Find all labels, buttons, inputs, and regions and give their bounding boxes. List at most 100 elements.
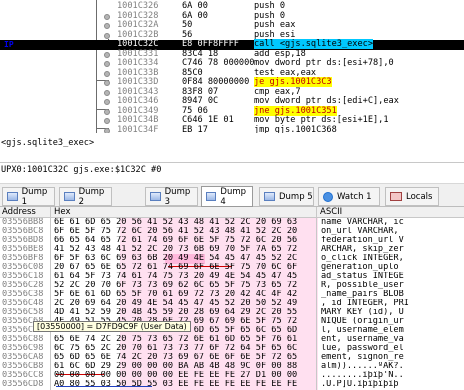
info-separator xyxy=(0,162,464,163)
dump-hex: 52 2C 20 70 6F 73 73 69 62 6C 65 5F 75 7… xyxy=(54,281,298,290)
tab-label: Watch 1 xyxy=(337,191,372,202)
dump-row[interactable]: 03556BD8 66 65 64 65 72 61 74 69 6F 6E 5F… xyxy=(0,236,464,245)
info-line-symbol: <gjs.sqlite3_exec> xyxy=(1,138,95,148)
breakpoint-dot-icon[interactable] xyxy=(104,51,110,58)
dump-ascii: .U.P]U.îþîþîþîþ xyxy=(321,380,399,389)
dump-ascii: _name_pairs BLOB xyxy=(321,290,404,299)
breakpoint-dot-icon[interactable] xyxy=(104,23,110,29)
tab-dump-4[interactable]: Dump 4 xyxy=(201,186,253,207)
dump-pane[interactable]: 03556BB8 6E 61 6D 65 20 56 41 52 43 48 41… xyxy=(0,218,464,390)
column-divider xyxy=(50,207,51,218)
breakpoint-dot-icon[interactable] xyxy=(104,80,110,86)
disasm-row[interactable]: 1001C346 8947 0C mov dword ptr ds:[edi+C],… xyxy=(0,96,464,107)
dump-row[interactable]: 03556BC8 6F 6E 5F 75 72 6C 20 56 41 52 43… xyxy=(0,227,464,236)
tab-label: Dump 3 xyxy=(164,186,191,207)
breakpoint-dot-icon[interactable] xyxy=(104,70,110,77)
dump-row[interactable]: 03556CC8 00 00 00 00 00 00 00 00 EE FE EE… xyxy=(0,371,464,380)
dump-row[interactable]: 03556C08 20 67 65 6E 65 72 61 74 69 6F 6E… xyxy=(0,263,464,272)
dump-row[interactable]: 03556BF8 6F 5F 63 6C 69 63 6B 20 49 4E 54… xyxy=(0,254,464,263)
dump-hex: 6F 6E 5F 75 72 6C 20 56 41 52 43 48 41 5… xyxy=(54,227,298,236)
instruction-text: jne gjs.1001C351 xyxy=(254,105,337,116)
tab-dump-3[interactable]: Dump 3 xyxy=(145,186,198,207)
dump-address: 03556BB8 xyxy=(2,218,44,227)
dump-ascii: on_url VARCHAR, xyxy=(321,227,399,236)
dump-row[interactable]: 03556C88 65 6E 74 2C 20 75 73 65 72 6E 61… xyxy=(0,335,464,344)
disasm-row[interactable]: 1001C34F EB 17 jmp gjs.1001C368 xyxy=(0,124,464,133)
dump-address: 03556C28 xyxy=(2,281,44,290)
dump-row[interactable]: 03556C48 2C 20 69 64 20 49 4E 54 45 47 45… xyxy=(0,299,464,308)
dump-row[interactable]: 03556C18 61 64 5F 73 74 61 74 75 73 20 49… xyxy=(0,272,464,281)
instruction-text: cmp eax,7 xyxy=(254,86,301,97)
disasm-row[interactable]: 1001C334 C746 78 000000 mov dword ptr ds:[… xyxy=(0,58,464,69)
dump-row[interactable]: 03556C98 6C 75 65 2C 20 70 61 73 73 77 6F… xyxy=(0,344,464,353)
instruction-text: call <gjs.sqlite3_exec> xyxy=(254,39,373,49)
instruction-text: je gjs.1001C3C3 xyxy=(254,77,332,87)
tab-dump-2[interactable]: Dump 2 xyxy=(59,186,112,207)
tab-dump-1[interactable]: Dump 1 xyxy=(2,186,55,207)
dump-hex: 6C 75 65 2C 20 70 61 73 73 77 6F 72 64 5… xyxy=(54,344,298,353)
breakpoint-dot-icon[interactable] xyxy=(104,32,110,39)
dump-ascii: generation_uplo xyxy=(321,263,399,272)
tab-watch-1[interactable]: Watch 1 xyxy=(318,187,380,206)
dump-address: 03556BD8 xyxy=(2,236,44,245)
dump-ascii: NIQUE (origin_ur xyxy=(321,317,404,326)
dump-hex: 2C 20 69 64 20 49 4E 54 45 47 45 52 20 5… xyxy=(54,299,298,308)
dump-row[interactable]: 03556BB8 6E 61 6D 65 20 56 41 52 43 48 41… xyxy=(0,218,464,227)
breakpoint-dot-icon[interactable] xyxy=(104,13,110,20)
breakpoint-dot-icon[interactable] xyxy=(104,108,110,115)
instruction-pointer-label: IP xyxy=(4,40,14,49)
dump-row[interactable]: 03556CA8 65 6D 65 6E 74 2C 20 73 69 67 6E… xyxy=(0,353,464,362)
breakpoint-dot-icon[interactable] xyxy=(104,127,110,133)
dump-row[interactable]: 03556C28 52 2C 20 70 6F 73 73 69 62 6C 65… xyxy=(0,281,464,290)
tab-dump-5[interactable]: Dump 5 xyxy=(259,187,314,206)
breakpoint-dot-icon[interactable] xyxy=(104,99,110,105)
dump-hex: 5F 6E 61 6D 65 5F 70 61 69 72 73 20 42 4… xyxy=(54,290,298,299)
column-divider xyxy=(316,207,317,218)
hex-column-header[interactable]: Hex xyxy=(54,207,71,218)
tab-label: Dump 2 xyxy=(78,186,105,207)
tab-label: Dump 5 xyxy=(279,191,313,202)
dump-icon xyxy=(206,192,217,201)
dump-hex: 00 00 00 00 00 00 00 00 EE FE EE FE 27 D… xyxy=(54,371,298,380)
instruction-text: push 0 xyxy=(254,1,286,11)
dump-hex: 61 6C 6D 29 29 00 00 00 BA AB 4B 48 9C 0… xyxy=(54,362,298,371)
dump-hex: A0 80 55 03 50 5D 55 03 EE FE EE FE EE F… xyxy=(54,380,298,389)
dump-row[interactable]: 03556C58 4D 41 52 59 20 4B 45 59 20 28 69… xyxy=(0,308,464,317)
breakpoint-dot-icon[interactable] xyxy=(104,61,110,67)
ip-arrowhead xyxy=(108,39,114,47)
tab-label: Dump 1 xyxy=(21,186,48,207)
dump-row[interactable]: 03556C38 5F 6E 61 6D 65 5F 70 61 69 72 73… xyxy=(0,290,464,299)
ip-arrow xyxy=(22,42,112,44)
ascii-column-header[interactable]: ASCII xyxy=(320,207,342,218)
breakpoint-dot-icon[interactable] xyxy=(104,118,110,124)
dump-row[interactable]: 03556CD8 A0 80 55 03 50 5D 55 03 EE FE EE… xyxy=(0,380,464,389)
dump-ascii: ........îþîþ'Ñ.. xyxy=(321,371,404,380)
disasm-row[interactable]: 1001C34B C646 1E 01 mov byte ptr ds:[esi+1… xyxy=(0,115,464,126)
disasm-row[interactable]: 1001C32A 50 push eax xyxy=(0,20,464,31)
dump-row[interactable]: 03556CB8 61 6C 6D 29 29 00 00 00 BA AB 4B… xyxy=(0,362,464,371)
dump-ascii: federation_url V xyxy=(321,236,404,245)
tab-locals[interactable]: Locals xyxy=(385,187,439,206)
dump-address: 03556C88 xyxy=(2,335,44,344)
disasm-row[interactable]: 1001C328 6A 00 push 0 xyxy=(0,11,464,22)
disasm-row[interactable]: 1001C326 6A 00 push 0 xyxy=(0,1,464,12)
breakpoint-dot-icon[interactable] xyxy=(104,89,110,96)
disassembly-pane[interactable]: 1001C326 6A 00 push 0 1001C328 6A 00 push 0 10… xyxy=(0,0,464,133)
dump-hex: 6F 5F 63 6C 69 63 6B 20 49 4E 54 45 47 4… xyxy=(54,254,298,263)
dump-address: 03556C98 xyxy=(2,344,44,353)
address-column-header[interactable]: Address xyxy=(2,207,36,218)
dump-row[interactable]: 03556BE8 41 52 43 48 41 52 2C 20 73 6B 69… xyxy=(0,245,464,254)
instruction-text: test eax,eax xyxy=(254,67,317,78)
info-line-address: UPX0:1001C32C gjs.exe:$1C32C #0 xyxy=(1,165,162,175)
instruction-text: mov byte ptr ds:[esi+1E],1 xyxy=(254,115,389,125)
disasm-instruction: jmp gjs.1001C368 xyxy=(254,125,464,133)
dump-address: 03556CD8 xyxy=(2,380,44,389)
dump-address: 03556CB8 xyxy=(2,362,44,371)
dump-hex: 6E 61 6D 65 20 56 41 52 43 48 41 52 2C 2… xyxy=(54,218,298,227)
dump-address: 03556C08 xyxy=(2,263,44,272)
disasm-bytes: EB 17 xyxy=(182,124,208,133)
disasm-bytes: 50 xyxy=(182,20,193,30)
tab-label: Dump 4 xyxy=(220,186,247,207)
dump-ascii: ent, username_va xyxy=(321,335,404,344)
disasm-row[interactable]: 1001C33D 0F84 80000000 je gjs.1001C3C3 xyxy=(0,77,464,88)
